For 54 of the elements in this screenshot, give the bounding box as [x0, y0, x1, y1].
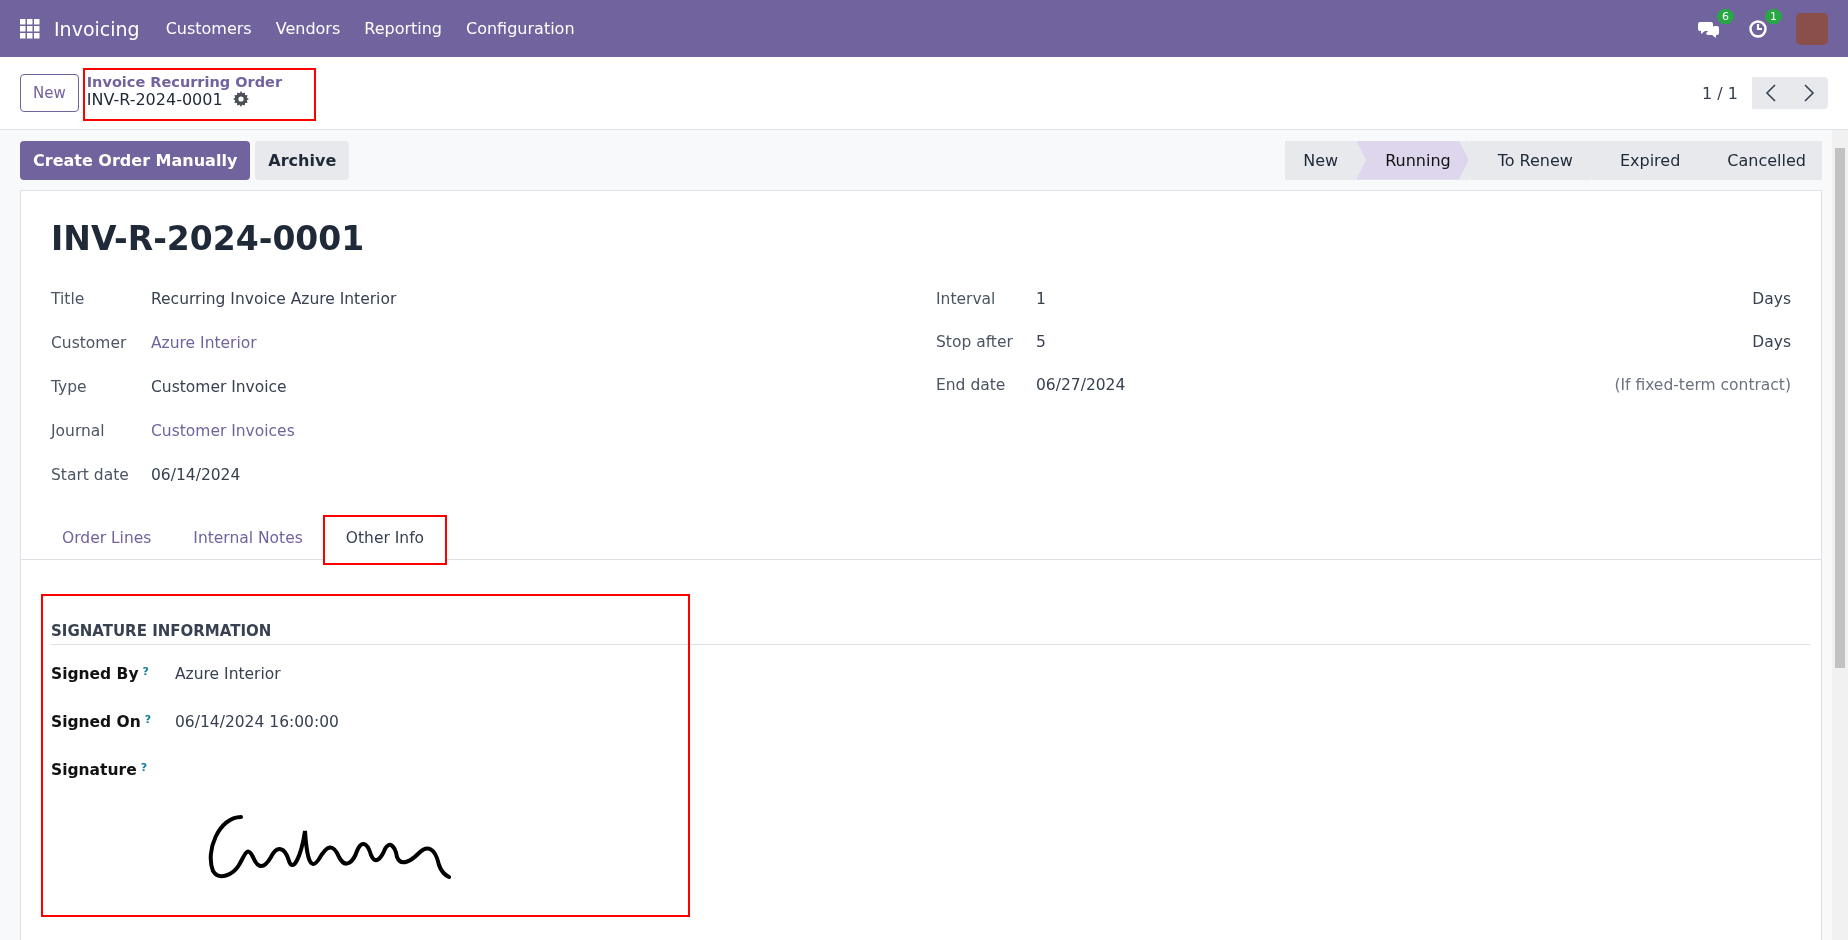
chevron-right-icon	[1803, 83, 1815, 103]
field-label: Interval	[936, 289, 997, 308]
field-value: 06/14/2024 16:00:00	[175, 713, 339, 731]
unit-label: Days	[1752, 332, 1791, 351]
help-icon[interactable]: ?	[142, 665, 149, 683]
section-title: SIGNATURE INFORMATION	[51, 622, 1811, 645]
field-value: Azure Interior	[175, 665, 281, 683]
app-name[interactable]: Invoicing	[54, 17, 140, 40]
menu-item[interactable]: Configuration	[466, 19, 575, 38]
field-value: 5	[1036, 332, 1047, 351]
field-link[interactable]: Azure Interior	[151, 333, 906, 352]
archive-button[interactable]: Archive	[255, 140, 350, 180]
field-label: Journal	[51, 421, 106, 440]
field-label: Title	[51, 289, 86, 308]
status-stage[interactable]: Running	[1356, 140, 1469, 180]
unit-label: Days	[1752, 289, 1791, 308]
record-title: INV-R-2024-0001	[50, 218, 366, 260]
field-link[interactable]: Customer Invoices	[151, 421, 906, 440]
field-label: Signature	[51, 761, 137, 779]
clock-icon[interactable]	[1748, 18, 1768, 39]
tab[interactable]: Internal Notes	[172, 516, 324, 559]
field-label: Signed On	[51, 713, 141, 731]
field-hint: (If fixed-term contract)	[1614, 375, 1791, 394]
field-value: Customer Invoice	[151, 377, 288, 396]
field-label: Start date	[51, 465, 130, 484]
scrollbar[interactable]	[1832, 130, 1848, 940]
new-button[interactable]: New	[20, 74, 79, 112]
field-value: Recurring Invoice Azure Interior	[151, 289, 398, 308]
field-value: 06/27/2024	[1036, 375, 1127, 394]
field-label: Stop after	[936, 332, 1014, 351]
field-label: Customer	[51, 333, 128, 352]
menu-item[interactable]: Customers	[165, 19, 252, 38]
help-icon[interactable]: ?	[144, 713, 152, 731]
field-label: Signed By	[51, 665, 139, 683]
chevron-left-icon	[1765, 83, 1777, 103]
next-button[interactable]	[1790, 77, 1828, 109]
create-order-button[interactable]: Create Order Manually	[20, 140, 251, 180]
help-icon[interactable]: ?	[140, 761, 148, 779]
field-value: 1	[1036, 289, 1047, 308]
menu-item[interactable]: Reporting	[364, 19, 442, 38]
menu-item[interactable]: Vendors	[275, 19, 341, 38]
status-stage[interactable]: Cancelled	[1698, 140, 1822, 180]
record-name: INV-R-2024-0001	[86, 89, 223, 109]
count-badge: 6	[1717, 8, 1734, 24]
field-label: Type	[51, 377, 88, 396]
field-value: 06/14/2024	[151, 465, 242, 484]
pager-value: 1 / 1	[1702, 83, 1738, 103]
field-label: End date	[936, 375, 1007, 394]
previous-button[interactable]	[1752, 77, 1790, 109]
tab[interactable]: Order Lines	[41, 516, 173, 559]
breadcrumb-link[interactable]: Invoice Recurring Order	[86, 73, 283, 90]
settings-icon[interactable]	[232, 91, 249, 107]
apps-grid-icon[interactable]	[20, 18, 40, 39]
count-badge: 1	[1765, 8, 1782, 24]
